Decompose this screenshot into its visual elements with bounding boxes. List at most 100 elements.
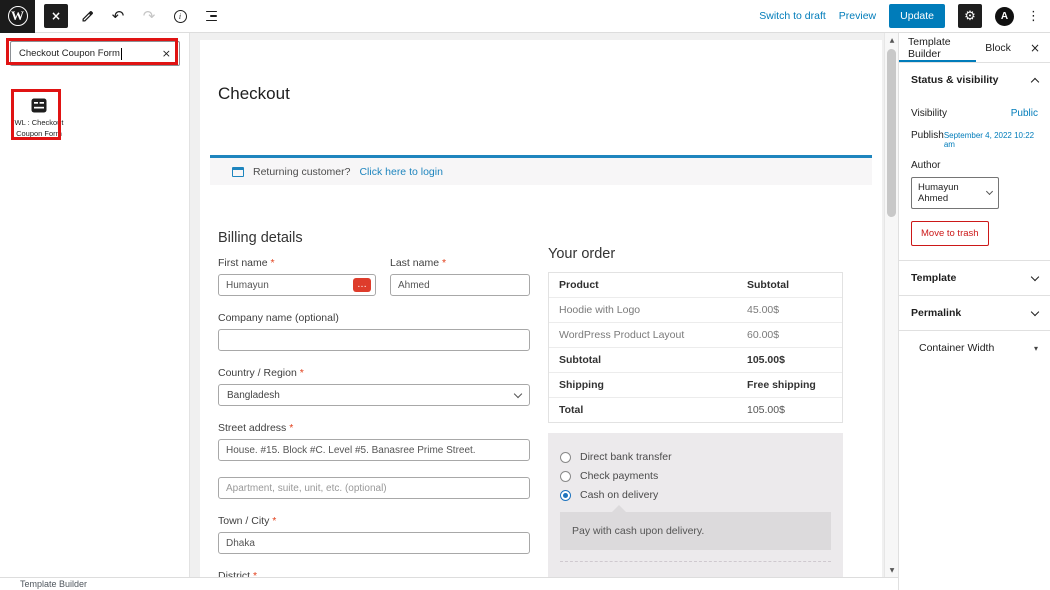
switch-to-draft-link[interactable]: Switch to draft xyxy=(759,10,826,22)
town-label-text: Town / City xyxy=(218,515,269,527)
block-search-input[interactable]: Checkout Coupon Form × xyxy=(10,41,180,66)
redo-icon: ↷ xyxy=(143,7,156,25)
undo-icon: ↶ xyxy=(112,7,125,25)
close-sidebar-icon[interactable]: × xyxy=(1020,41,1050,55)
street-address-input[interactable] xyxy=(218,439,530,461)
tab-template-builder[interactable]: Template Builder xyxy=(899,33,976,62)
settings-sidebar: Template Builder Block × Status & visibi… xyxy=(898,33,1050,590)
search-input-value: Checkout Coupon Form xyxy=(19,48,120,59)
list-view-icon xyxy=(206,11,217,22)
preview-link[interactable]: Preview xyxy=(839,10,876,22)
move-to-trash-button[interactable]: Move to trash xyxy=(911,221,989,246)
block-result-checkout-coupon-form[interactable]: WL : Checkout Coupon Form xyxy=(11,89,67,146)
options-menu-button[interactable]: ⋮ xyxy=(1027,8,1040,24)
chevron-down-icon xyxy=(986,188,993,195)
topbar-tools: × ↶ ↷ i xyxy=(44,4,223,28)
visibility-value-link[interactable]: Public xyxy=(1011,108,1038,119)
order-item-row: WordPress Product Layout 60.00$ xyxy=(549,323,842,348)
radio-direct-bank-transfer[interactable] xyxy=(560,452,571,463)
permalink-panel-title: Permalink xyxy=(911,307,961,319)
product-name: WordPress Product Layout xyxy=(549,323,737,347)
shipping-label: Shipping xyxy=(549,373,737,397)
tab-block[interactable]: Block xyxy=(976,33,1020,62)
publish-label: Publish xyxy=(911,130,944,141)
town-city-input[interactable] xyxy=(218,532,530,554)
order-table-header-row: Product Subtotal xyxy=(549,273,842,298)
radio-cash-on-delivery[interactable] xyxy=(560,490,571,501)
details-button[interactable]: i xyxy=(168,4,192,28)
product-price: 60.00$ xyxy=(737,323,842,347)
company-label: Company name (optional) xyxy=(218,312,530,324)
status-visibility-title: Status & visibility xyxy=(911,74,999,86)
block-result-label: WL : Checkout Coupon Form xyxy=(11,118,67,140)
canvas-scrollbar[interactable]: ▲ ▼ xyxy=(884,33,898,577)
ellipsis-icon: ⋮ xyxy=(1027,9,1040,24)
district-label-text: District xyxy=(218,570,250,577)
billing-heading: Billing details xyxy=(218,230,530,246)
checkout-page-preview: Checkout Returning customer? Click here … xyxy=(200,40,882,577)
list-view-button[interactable] xyxy=(199,4,223,28)
text-cursor xyxy=(121,48,122,60)
sidebar-tabs: Template Builder Block × xyxy=(899,33,1050,63)
plugin-button[interactable]: A xyxy=(995,7,1014,26)
gear-icon: ⚙ xyxy=(964,9,976,24)
required-mark: * xyxy=(272,515,276,527)
author-select[interactable]: Humayun Ahmed xyxy=(911,177,999,209)
product-price: 45.00$ xyxy=(737,298,842,322)
editor-topbar: W × ↶ ↷ i Switch to draft Preview xyxy=(0,0,1050,33)
container-width-panel-header[interactable]: Container Width ▾ xyxy=(899,330,1050,365)
plugin-logo-icon: A xyxy=(1001,11,1008,22)
update-button[interactable]: Update xyxy=(889,4,945,28)
subtotal-column-header: Subtotal xyxy=(737,273,842,297)
last-name-input[interactable] xyxy=(390,274,530,296)
scroll-up-icon[interactable]: ▲ xyxy=(885,34,899,46)
order-heading: Your order xyxy=(548,246,843,262)
payment-method-label: Check payments xyxy=(580,470,658,482)
scrollbar-thumb[interactable] xyxy=(887,49,896,217)
required-mark: * xyxy=(253,570,257,577)
info-icon: i xyxy=(174,10,187,23)
country-select[interactable]: Bangladesh xyxy=(218,384,530,406)
window-icon xyxy=(232,167,244,177)
town-city-label: Town / City * xyxy=(218,515,530,527)
block-inserter-panel: Checkout Coupon Form × WL : Checkout Cou… xyxy=(0,33,190,577)
country-label: Country / Region * xyxy=(218,367,530,379)
template-panel-header[interactable]: Template xyxy=(899,260,1050,295)
required-mark: * xyxy=(289,422,293,434)
payment-method-row: Check payments xyxy=(560,470,831,482)
subtotal-value: 105.00$ xyxy=(737,348,842,372)
undo-button[interactable]: ↶ xyxy=(106,4,130,28)
order-shipping-row: Shipping Free shipping xyxy=(549,373,842,398)
company-input[interactable] xyxy=(218,329,530,351)
required-mark: * xyxy=(300,367,304,379)
scroll-down-icon[interactable]: ▼ xyxy=(885,564,899,576)
settings-button[interactable]: ⚙ xyxy=(958,4,982,28)
clear-search-icon[interactable]: × xyxy=(162,47,171,60)
first-name-label-text: First name xyxy=(218,257,268,269)
payment-note-text: Pay with cash upon delivery. xyxy=(572,525,704,537)
autofill-extension-icon[interactable]: … xyxy=(353,278,371,292)
billing-details-section: Billing details First name * … xyxy=(218,230,530,577)
required-mark: * xyxy=(271,257,275,269)
block-inserter-toggle-button[interactable]: × xyxy=(44,4,68,28)
street-label-text: Street address xyxy=(218,422,286,434)
payment-method-label: Direct bank transfer xyxy=(580,451,672,463)
login-link[interactable]: Click here to login xyxy=(359,166,442,178)
author-label: Author xyxy=(911,160,940,171)
wordpress-logo-icon: W xyxy=(8,6,28,26)
apartment-input[interactable] xyxy=(218,477,530,499)
payment-method-description: Pay with cash upon delivery. xyxy=(560,512,831,550)
radio-check-payments[interactable] xyxy=(560,471,571,482)
redo-button[interactable]: ↷ xyxy=(137,4,161,28)
status-visibility-body: Visibility Public Publish September 4, 2… xyxy=(899,108,1050,260)
wordpress-logo-button[interactable]: W xyxy=(0,0,35,33)
status-visibility-panel-header[interactable]: Status & visibility xyxy=(899,63,1050,97)
payment-method-row: Direct bank transfer xyxy=(560,451,831,463)
total-value: 105.00$ xyxy=(737,398,842,422)
last-name-label: Last name * xyxy=(390,257,530,269)
permalink-panel-header[interactable]: Permalink xyxy=(899,295,1050,330)
publish-date-link[interactable]: September 4, 2022 10:22 am xyxy=(944,131,1038,149)
chevron-down-icon xyxy=(514,389,522,397)
notice-text: Returning customer? xyxy=(253,166,350,178)
edit-mode-button[interactable] xyxy=(75,4,99,28)
